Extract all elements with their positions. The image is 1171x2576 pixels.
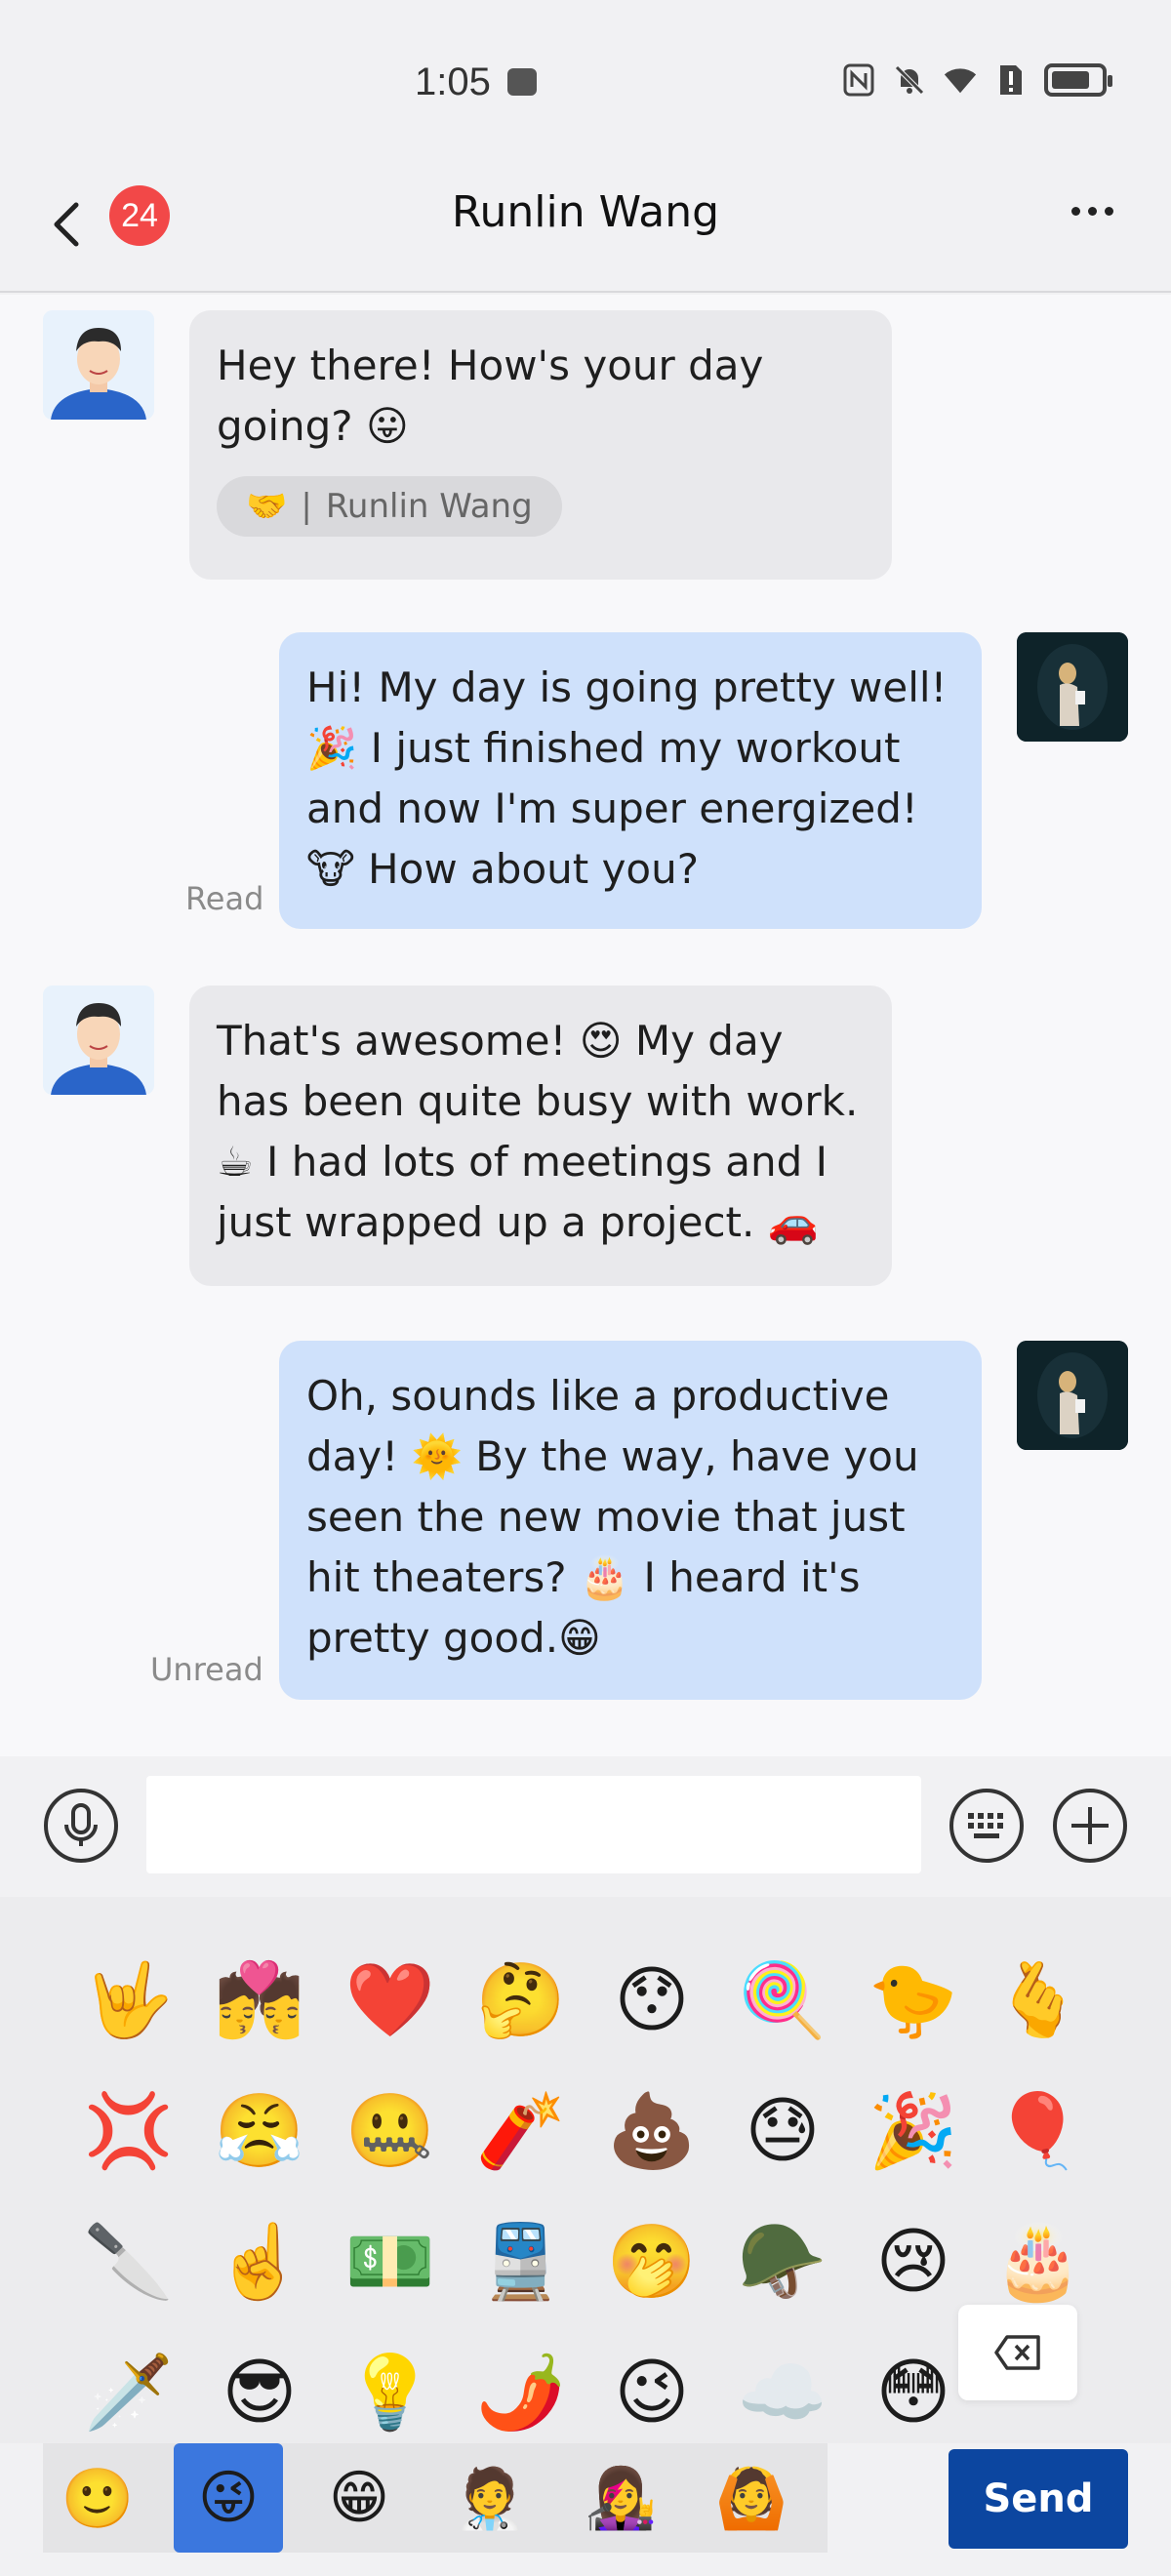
emoji-item[interactable]: ❤️ — [342, 1952, 439, 2049]
backspace-button[interactable] — [958, 2305, 1077, 2400]
emoji-item[interactable]: 🎈 — [989, 2082, 1087, 2180]
message-bubble-outgoing[interactable]: Hi! My day is going pretty well! 🎉 I jus… — [279, 632, 982, 929]
emoji-item[interactable]: 🤔 — [472, 1952, 570, 2049]
man-avatar-icon — [43, 310, 154, 420]
message-input[interactable] — [146, 1776, 921, 1873]
emoji-item[interactable]: 😎 — [211, 2344, 308, 2441]
emoji-item[interactable]: 🐤 — [865, 1952, 962, 2049]
tab-smiley[interactable]: 🙂 — [43, 2443, 152, 2553]
message-text: That's awesome! 😍 My day has been quite … — [217, 1017, 859, 1246]
dot-icon — [1105, 207, 1113, 216]
backspace-icon — [994, 2335, 1040, 2370]
status-time: 1:05 — [415, 60, 491, 103]
keyboard-icon — [949, 1789, 1024, 1863]
more-actions-button[interactable] — [1052, 1788, 1128, 1864]
handshake-icon: 🤝 — [246, 487, 288, 526]
tab-sticker-pack-1[interactable]: 🧑‍⚕️ — [435, 2443, 545, 2553]
emoji-item[interactable]: 🌶️ — [472, 2344, 570, 2441]
status-icons — [841, 62, 1112, 98]
read-status: Read — [185, 880, 264, 917]
microphone-icon — [44, 1789, 118, 1863]
tab-sticker-pack-2[interactable]: 👩‍🎤 — [566, 2443, 675, 2553]
keyboard-toggle-button[interactable] — [949, 1788, 1025, 1864]
battery-icon — [1044, 63, 1112, 97]
message-text: Hey there! How's your day going? 😛 — [217, 342, 764, 450]
emoji-panel[interactable]: 🤟 💏 ❤️ 🤔 😯 🍭 🐤 🫰 💢 😤 🤐 🧨 💩 😓 🎉 🎈 🔪 ☝️ 💵 … — [0, 1897, 1171, 2443]
emoji-item[interactable]: 😳 — [865, 2344, 962, 2441]
emoji-item[interactable]: 🔪 — [80, 2213, 178, 2311]
message-bubble-outgoing[interactable]: Oh, sounds like a productive day! 🌞 By t… — [279, 1341, 982, 1700]
emoji-item[interactable]: 🤭 — [603, 2213, 701, 2311]
dot-icon — [1071, 207, 1080, 216]
emoji-item[interactable]: 😉 — [603, 2344, 701, 2441]
unread-status: Unread — [150, 1651, 263, 1688]
plus-icon — [1053, 1789, 1127, 1863]
emoji-item[interactable]: 😯 — [603, 1952, 701, 2049]
emoji-item[interactable]: 😓 — [734, 2082, 831, 2180]
self-avatar[interactable] — [1017, 632, 1128, 742]
emoji-item[interactable]: 🎉 — [865, 2082, 962, 2180]
reader-photo-avatar-icon — [1017, 632, 1128, 742]
message-text: Oh, sounds like a productive day! 🌞 By t… — [306, 1372, 919, 1662]
message-text: Hi! My day is going pretty well! 🎉 I jus… — [306, 664, 948, 893]
status-bar: 1:05 — [0, 0, 1171, 166]
emoji-item[interactable]: 😢 — [865, 2213, 962, 2311]
wifi-icon — [943, 62, 978, 98]
emoji-item[interactable]: 💏 — [211, 1952, 308, 2049]
emoji-item[interactable]: 🪖 — [734, 2213, 831, 2311]
emoji-item[interactable]: 💵 — [342, 2213, 439, 2311]
message-list[interactable]: Hey there! How's your day going? 😛 🤝 | R… — [0, 295, 1171, 1756]
emoji-category-bar: 🙂 😜 😁 🧑‍⚕️ 👩‍🎤 🙆 Send — [0, 2443, 1171, 2576]
quote-separator: | — [301, 487, 312, 526]
quoted-reference[interactable]: 🤝 | Runlin Wang — [217, 476, 562, 537]
emoji-item[interactable]: 🎂 — [989, 2213, 1087, 2311]
man-avatar-icon — [43, 986, 154, 1095]
emoji-item[interactable]: 🗡️ — [80, 2344, 178, 2441]
more-options-button[interactable] — [1071, 207, 1113, 216]
emoji-item[interactable]: 🚆 — [472, 2213, 570, 2311]
emoji-item[interactable]: 🍭 — [734, 1952, 831, 2049]
emoji-item[interactable]: 😤 — [211, 2082, 308, 2180]
self-avatar[interactable] — [1017, 1341, 1128, 1450]
emoji-item[interactable]: 🧨 — [472, 2082, 570, 2180]
emoji-item[interactable]: 🤐 — [342, 2082, 439, 2180]
voice-input-button[interactable] — [43, 1788, 119, 1864]
mute-bell-icon — [892, 62, 927, 98]
emoji-item[interactable]: ☝️ — [211, 2213, 308, 2311]
quote-name: Runlin Wang — [325, 487, 533, 526]
emoji-item[interactable]: ☁️ — [734, 2344, 831, 2441]
message-bubble-incoming[interactable]: That's awesome! 😍 My day has been quite … — [189, 986, 892, 1286]
page-title: Runlin Wang — [451, 187, 720, 237]
tab-grin[interactable]: 😁 — [304, 2443, 414, 2553]
send-button[interactable]: Send — [949, 2449, 1128, 2549]
tab-classic-emoji[interactable]: 😜 — [174, 2443, 283, 2553]
emoji-category-tabs: 🙂 😜 😁 🧑‍⚕️ 👩‍🎤 🙆 — [43, 2443, 828, 2553]
tab-sticker-pack-3[interactable]: 🙆 — [697, 2443, 806, 2553]
reader-photo-avatar-icon — [1017, 1341, 1128, 1450]
emoji-item[interactable]: 💩 — [603, 2082, 701, 2180]
emoji-item[interactable]: 🤟 — [80, 1952, 178, 2049]
notification-app-icon — [507, 68, 537, 96]
nfc-icon — [841, 62, 876, 98]
contact-avatar[interactable] — [43, 310, 154, 420]
contact-avatar[interactable] — [43, 986, 154, 1095]
composer-bar — [0, 1756, 1171, 1897]
emoji-item[interactable]: 🫰 — [989, 1952, 1087, 2049]
dot-icon — [1088, 207, 1097, 216]
message-bubble-incoming[interactable]: Hey there! How's your day going? 😛 🤝 | R… — [189, 310, 892, 580]
sim-alert-icon — [993, 62, 1029, 98]
emoji-item[interactable]: 💢 — [80, 2082, 178, 2180]
emoji-item[interactable]: 💡 — [342, 2344, 439, 2441]
